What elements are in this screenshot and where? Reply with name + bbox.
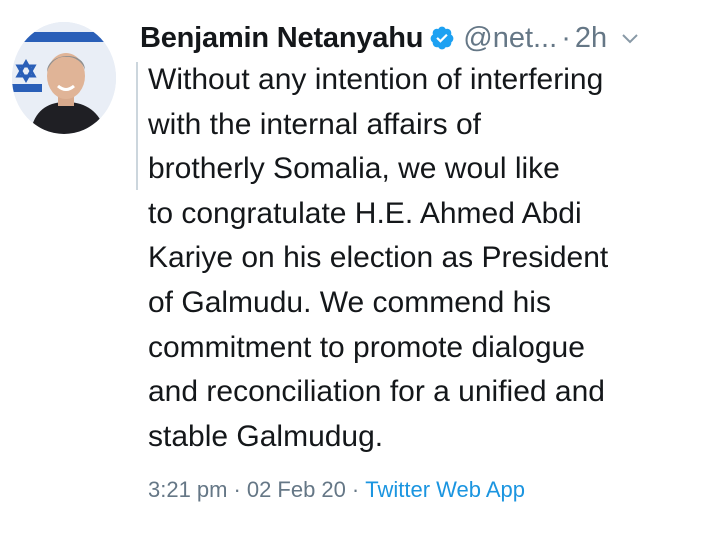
- tweet-source-link[interactable]: Twitter Web App: [365, 477, 525, 503]
- tweet-text-line: commitment to promote dialogue: [148, 330, 585, 364]
- tweet-date[interactable]: 02 Feb 20: [247, 477, 346, 503]
- tweet-text-line: stable Galmudug.: [148, 419, 384, 453]
- tweet-meta: 3:21 pm · 02 Feb 20 · Twitter Web App: [148, 474, 525, 506]
- meta-separator: ·: [233, 477, 241, 502]
- tweet-text-line: Kariye on his election as President: [148, 241, 609, 275]
- verified-badge-icon: [430, 26, 454, 50]
- separator-dot: ·: [561, 21, 571, 54]
- tweet-text-line: and reconciliation for a unified and: [148, 375, 605, 409]
- tweet-timestamp[interactable]: 3:21 pm: [148, 477, 228, 503]
- chevron-down-icon[interactable]: [621, 29, 639, 47]
- tweet-header: Benjamin Netanyahu @net... · 2h: [140, 14, 715, 62]
- profile-photo: [12, 22, 116, 134]
- tweet-card[interactable]: Benjamin Netanyahu @net... · 2h Without …: [0, 0, 720, 535]
- author-handle[interactable]: @net...: [463, 22, 557, 55]
- tweet-text-line: to congratulate H.E. Ahmed Abdi: [148, 196, 582, 230]
- tweet-text-line: brotherly Somalia, we woul like: [148, 152, 560, 186]
- relative-time[interactable]: 2h: [575, 22, 607, 55]
- tweet-text: Without any intention of interfering wit…: [148, 58, 713, 459]
- tweet-text-line: with the internal affairs of: [148, 107, 481, 141]
- author-name[interactable]: Benjamin Netanyahu: [140, 22, 423, 55]
- tweet-text-line: of Galmudu. We commend his: [148, 285, 551, 319]
- avatar[interactable]: [12, 22, 116, 134]
- tweet-text-line: Without any intention of interfering: [148, 63, 604, 96]
- meta-separator: ·: [351, 477, 360, 502]
- thread-divider: [136, 62, 138, 190]
